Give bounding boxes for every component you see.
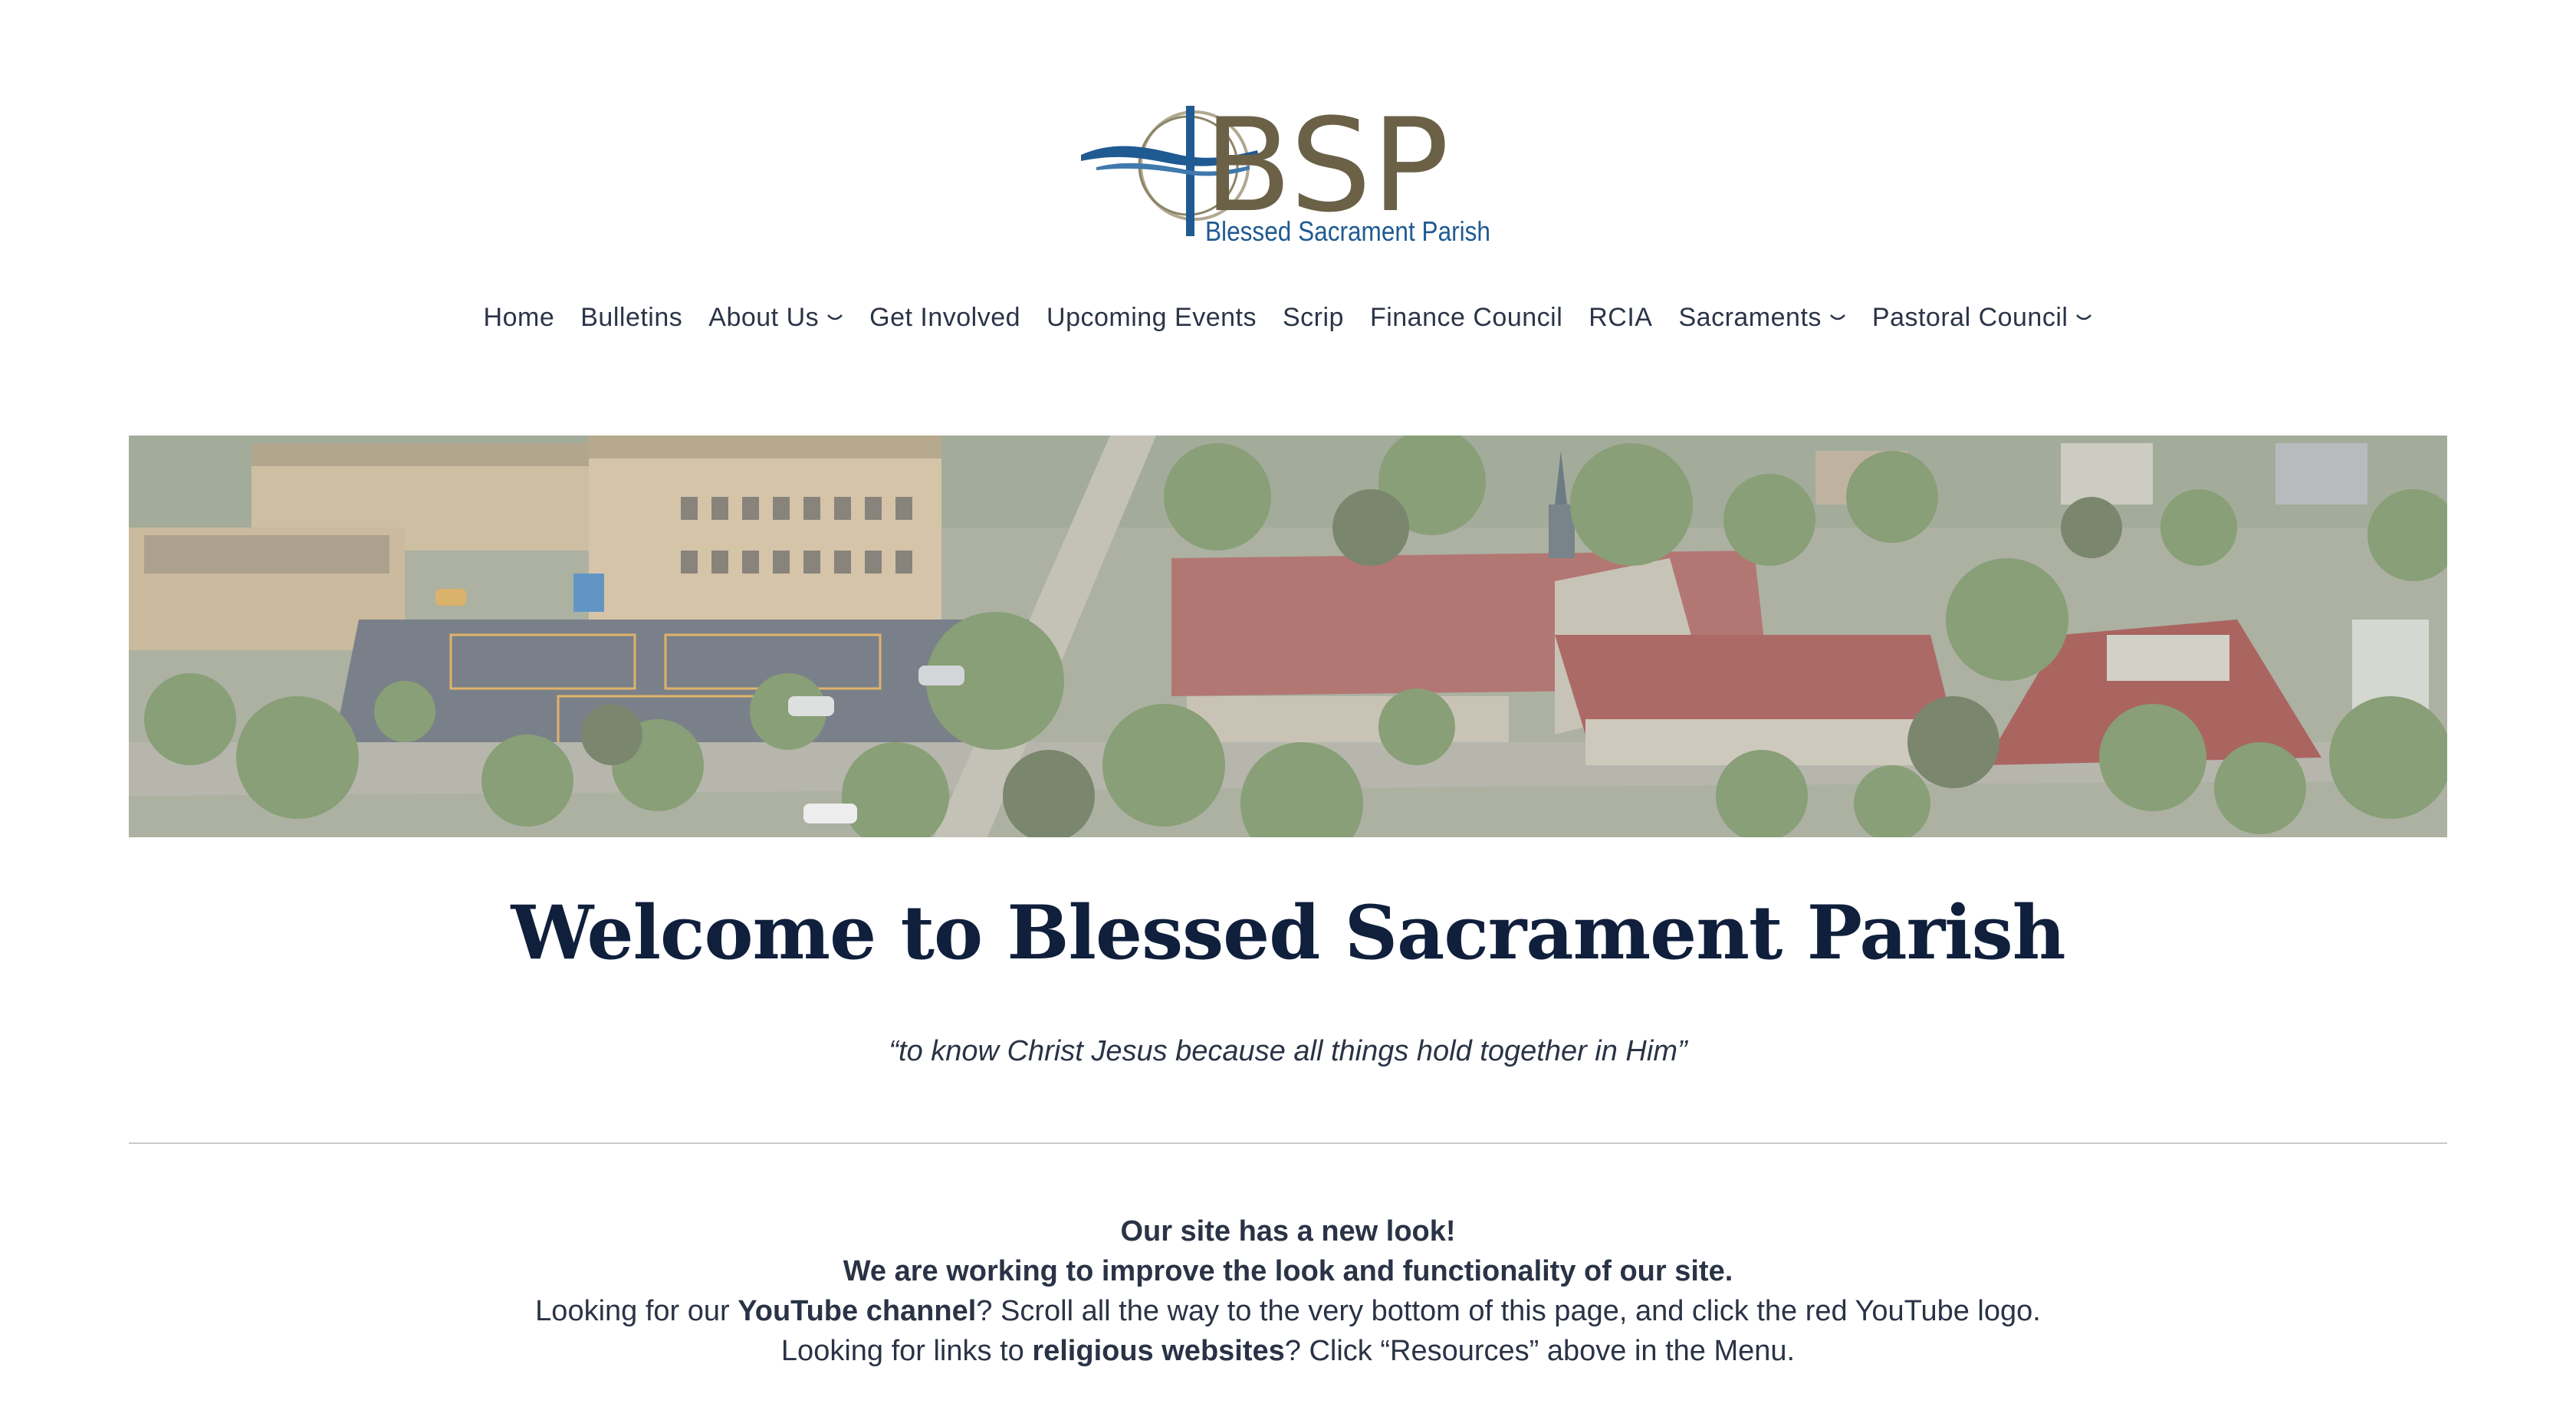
notice-improving: We are working to improve the look and f… [843, 1255, 1733, 1287]
notice-youtube-channel: YouTube channel [738, 1295, 977, 1327]
page-title: Welcome to Blessed Sacrament Parish [511, 889, 2066, 976]
bsp-logo-graphic: BSP Blessed Sacrament Parish [1081, 97, 1490, 247]
chevron-down-icon [827, 314, 843, 320]
notice-resources-pre: Looking for links to [780, 1335, 1033, 1367]
nav-label: Upcoming Events [1046, 302, 1257, 332]
hero-photo [129, 436, 2447, 837]
nav-item-rcia[interactable]: RCIA [1589, 303, 1652, 333]
notice-youtube-pre: Looking for our [535, 1295, 738, 1327]
site-notice: Our site has a new look! We are working … [0, 1211, 2576, 1371]
nav-label: RCIA [1589, 302, 1653, 332]
notice-religious-websites: religious websites [1032, 1335, 1285, 1367]
notice-line-2: We are working to improve the look and f… [0, 1251, 2576, 1291]
notice-line-3: Looking for our YouTube channel? Scroll … [0, 1291, 2576, 1331]
section-divider [129, 1142, 2447, 1144]
nav-label: About Us [708, 302, 820, 332]
notice-resources-post: ? Click “Resources” above in the Menu. [1284, 1335, 1796, 1367]
notice-new-look: Our site has a new look! [1120, 1215, 1456, 1247]
notice-youtube-post: ? Scroll all the way to the very bottom … [976, 1295, 2041, 1327]
chevron-down-icon [1829, 314, 1845, 320]
parish-motto: “to know Christ Jesus because all things… [889, 1035, 1687, 1067]
nav-label: Home [483, 302, 555, 332]
nav-item-home[interactable]: Home [484, 303, 555, 333]
logo-name: Blessed Sacrament Parish [1205, 215, 1490, 247]
nav-item-get-involved[interactable]: Get Involved [869, 303, 1020, 333]
nav-label: Get Involved [869, 302, 1021, 332]
nav-label: Pastoral Council [1871, 302, 2068, 332]
nav-label: Bulletins [580, 302, 683, 332]
site-logo[interactable]: BSP Blessed Sacrament Parish [1081, 97, 1495, 247]
notice-line-4: Looking for links to religious websites?… [0, 1331, 2576, 1371]
main-nav: Home Bulletins About Us Get Involved Upc… [0, 294, 2576, 340]
nav-item-finance-council[interactable]: Finance Council [1370, 303, 1562, 333]
chevron-down-icon [2076, 314, 2092, 320]
nav-label: Sacraments [1678, 302, 1822, 332]
nav-item-about-us[interactable]: About Us [708, 303, 843, 333]
notice-line-1: Our site has a new look! [0, 1211, 2576, 1251]
nav-item-scrip[interactable]: Scrip [1283, 303, 1344, 333]
hero-image-aerial-parish [129, 436, 2447, 837]
nav-item-pastoral-council[interactable]: Pastoral Council [1872, 303, 2093, 333]
nav-item-upcoming-events[interactable]: Upcoming Events [1046, 303, 1257, 333]
nav-item-sacraments[interactable]: Sacraments [1678, 303, 1845, 333]
nav-label: Finance Council [1369, 302, 1563, 332]
nav-label: Scrip [1282, 302, 1344, 332]
nav-item-bulletins[interactable]: Bulletins [580, 303, 682, 333]
